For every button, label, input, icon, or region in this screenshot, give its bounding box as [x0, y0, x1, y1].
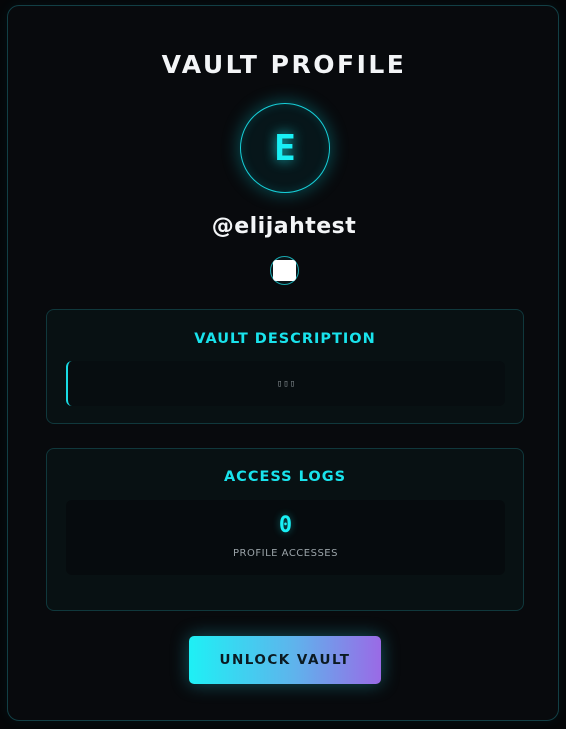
- vault-description-heading: VAULT DESCRIPTION: [194, 331, 376, 347]
- username: @elijahtest: [211, 214, 357, 239]
- vault-profile-card: VAULT PROFILE E @elijahtest VAULT DESCRI…: [7, 5, 559, 721]
- profile-access-count: 0: [278, 513, 293, 538]
- vault-description-panel: VAULT DESCRIPTION ▯▯▯: [46, 309, 524, 424]
- status-badge-icon: [273, 260, 296, 281]
- avatar: E: [240, 103, 330, 193]
- access-logs-panel: ACCESS LOGS 0 PROFILE ACCESSES: [46, 448, 524, 611]
- profile-access-label: PROFILE ACCESSES: [233, 548, 338, 559]
- page-title: VAULT PROFILE: [161, 50, 407, 79]
- vault-description-text: ▯▯▯: [66, 361, 505, 406]
- status-badge: [270, 256, 299, 285]
- access-logs-box: 0 PROFILE ACCESSES: [66, 500, 505, 575]
- access-logs-heading: ACCESS LOGS: [223, 469, 347, 485]
- avatar-initial: E: [274, 127, 296, 169]
- unlock-vault-button[interactable]: UNLOCK VAULT: [189, 636, 381, 684]
